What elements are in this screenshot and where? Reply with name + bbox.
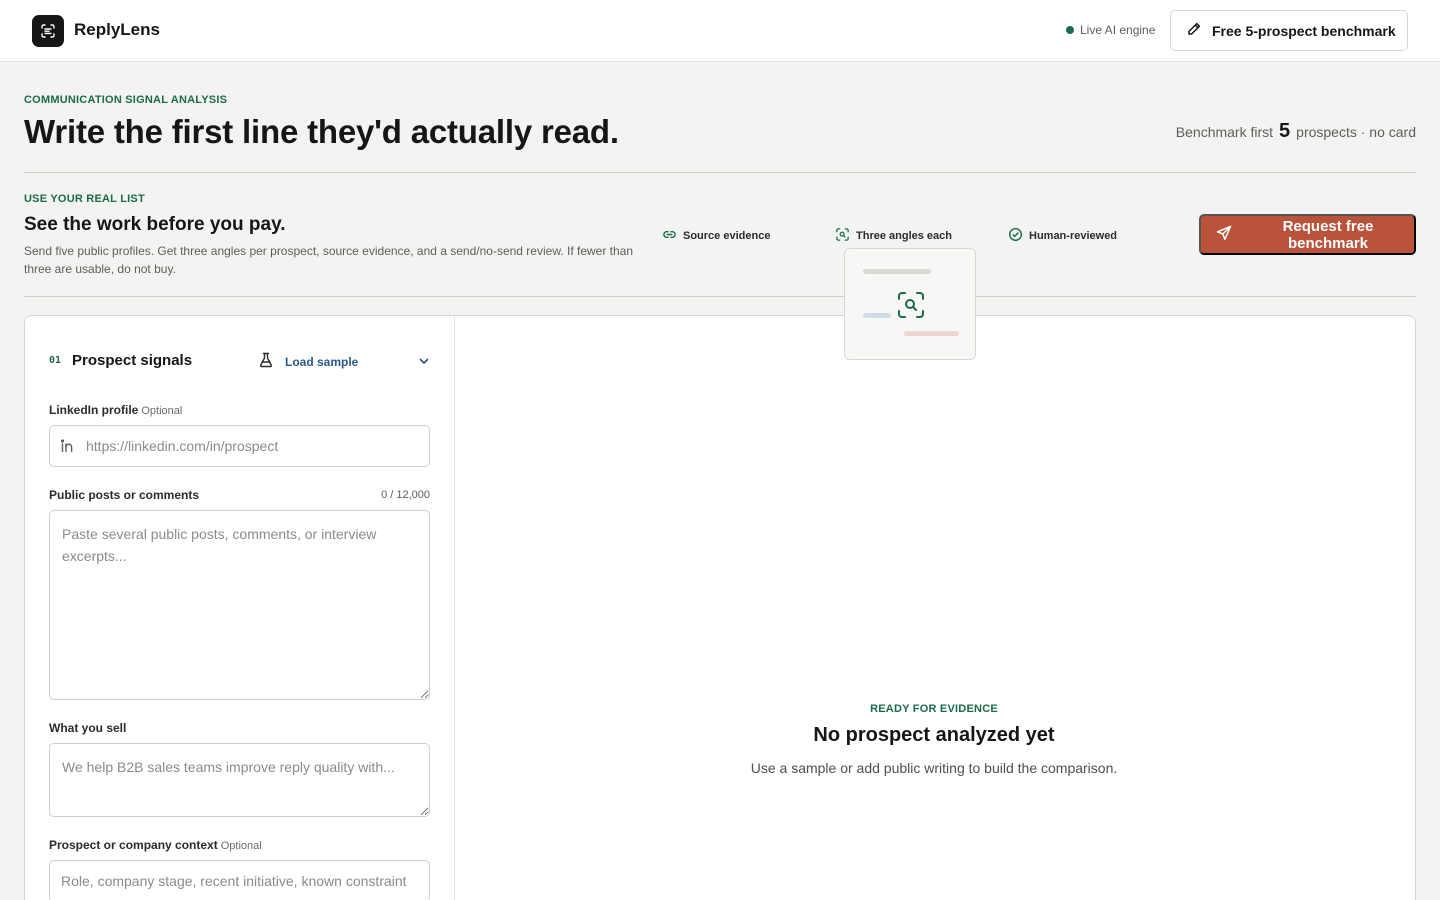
- hero-meta-prefix: Benchmark first: [1175, 124, 1274, 140]
- hero-eyebrow: COMMUNICATION SIGNAL ANALYSIS: [24, 94, 228, 106]
- divider: [24, 172, 1416, 173]
- sell-textarea[interactable]: [49, 743, 430, 817]
- hero-meta: Benchmark first 5 prospects · no card: [1176, 120, 1416, 143]
- posts-label: Public posts or comments: [49, 488, 200, 502]
- sell-label: What you sell: [49, 721, 127, 735]
- analysis-panel: 01 Prospect signals Load sample LinkedIn…: [24, 315, 1416, 900]
- free-benchmark-button[interactable]: Free 5-prospect benchmark: [1170, 10, 1408, 51]
- status-dot-icon: [1066, 26, 1074, 34]
- link-icon: [662, 227, 677, 245]
- feature-source-evidence: Source evidence: [662, 227, 770, 245]
- free-benchmark-label: Free 5-prospect benchmark: [1212, 22, 1396, 39]
- linkedin-icon: [60, 438, 76, 459]
- section-title: Prospect signals: [72, 352, 193, 369]
- hero-meta-number: 5: [1279, 120, 1291, 142]
- context-input[interactable]: [49, 860, 430, 900]
- linkedin-url-input[interactable]: [49, 425, 430, 467]
- linkedin-label: LinkedIn profile Optional: [49, 403, 182, 417]
- chevron-down-icon: [417, 354, 431, 373]
- feature-label: Human-reviewed: [1029, 230, 1118, 242]
- posts-textarea[interactable]: [49, 510, 430, 700]
- live-status: Live AI engine: [1066, 23, 1155, 37]
- logo-icon[interactable]: [32, 15, 64, 47]
- prospect-form: 01 Prospect signals Load sample LinkedIn…: [25, 316, 455, 900]
- feature-label: Three angles each: [856, 230, 952, 242]
- character-counter: 0 / 12,000: [381, 489, 430, 501]
- feature-three-angles: Three angles each: [835, 227, 952, 245]
- optional-tag: Optional: [141, 405, 183, 417]
- request-benchmark-label: Request free benchmark: [1282, 217, 1374, 252]
- linkedin-label-text: LinkedIn profile: [49, 403, 139, 417]
- scan-search-icon: [897, 291, 925, 324]
- pencil-icon: [1186, 21, 1202, 40]
- illustration-line: [863, 313, 891, 318]
- load-sample-dropdown[interactable]: Load sample: [259, 352, 431, 372]
- top-bar: ReplyLens Live AI engine Free 5-prospect…: [0, 0, 1440, 62]
- flask-icon: [259, 352, 273, 373]
- empty-state-illustration: [844, 248, 976, 360]
- load-sample-label: Load sample: [285, 355, 359, 369]
- benchmark-description: Send five public profiles. Get three ang…: [24, 244, 634, 276]
- live-status-label: Live AI engine: [1080, 23, 1156, 37]
- section-number: 01: [49, 355, 62, 366]
- optional-tag: Optional: [220, 840, 262, 852]
- benchmark-eyebrow: USE YOUR REAL LIST: [24, 193, 145, 205]
- feature-human-reviewed: Human-reviewed: [1008, 227, 1117, 245]
- benchmark-title: See the work before you pay.: [24, 214, 286, 235]
- scan-icon: [835, 227, 850, 245]
- check-circle-icon: [1008, 227, 1023, 245]
- context-label-text: Prospect or company context: [49, 838, 218, 852]
- page-title: Write the first line they'd actually rea…: [24, 113, 619, 150]
- hero-meta-suffix: prospects · no card: [1296, 124, 1416, 140]
- empty-state-eyebrow: READY FOR EVIDENCE: [870, 703, 998, 715]
- feature-label: Source evidence: [683, 230, 771, 242]
- brand-name[interactable]: ReplyLens: [74, 20, 160, 40]
- context-label: Prospect or company context Optional: [49, 838, 262, 852]
- empty-state-title: No prospect analyzed yet: [813, 724, 1055, 746]
- send-icon: [1216, 225, 1232, 245]
- divider: [24, 296, 1416, 297]
- request-benchmark-button[interactable]: Request free benchmark: [1199, 214, 1416, 255]
- illustration-line: [863, 269, 931, 274]
- empty-state-description: Use a sample or add public writing to bu…: [750, 760, 1118, 776]
- illustration-line: [904, 331, 959, 336]
